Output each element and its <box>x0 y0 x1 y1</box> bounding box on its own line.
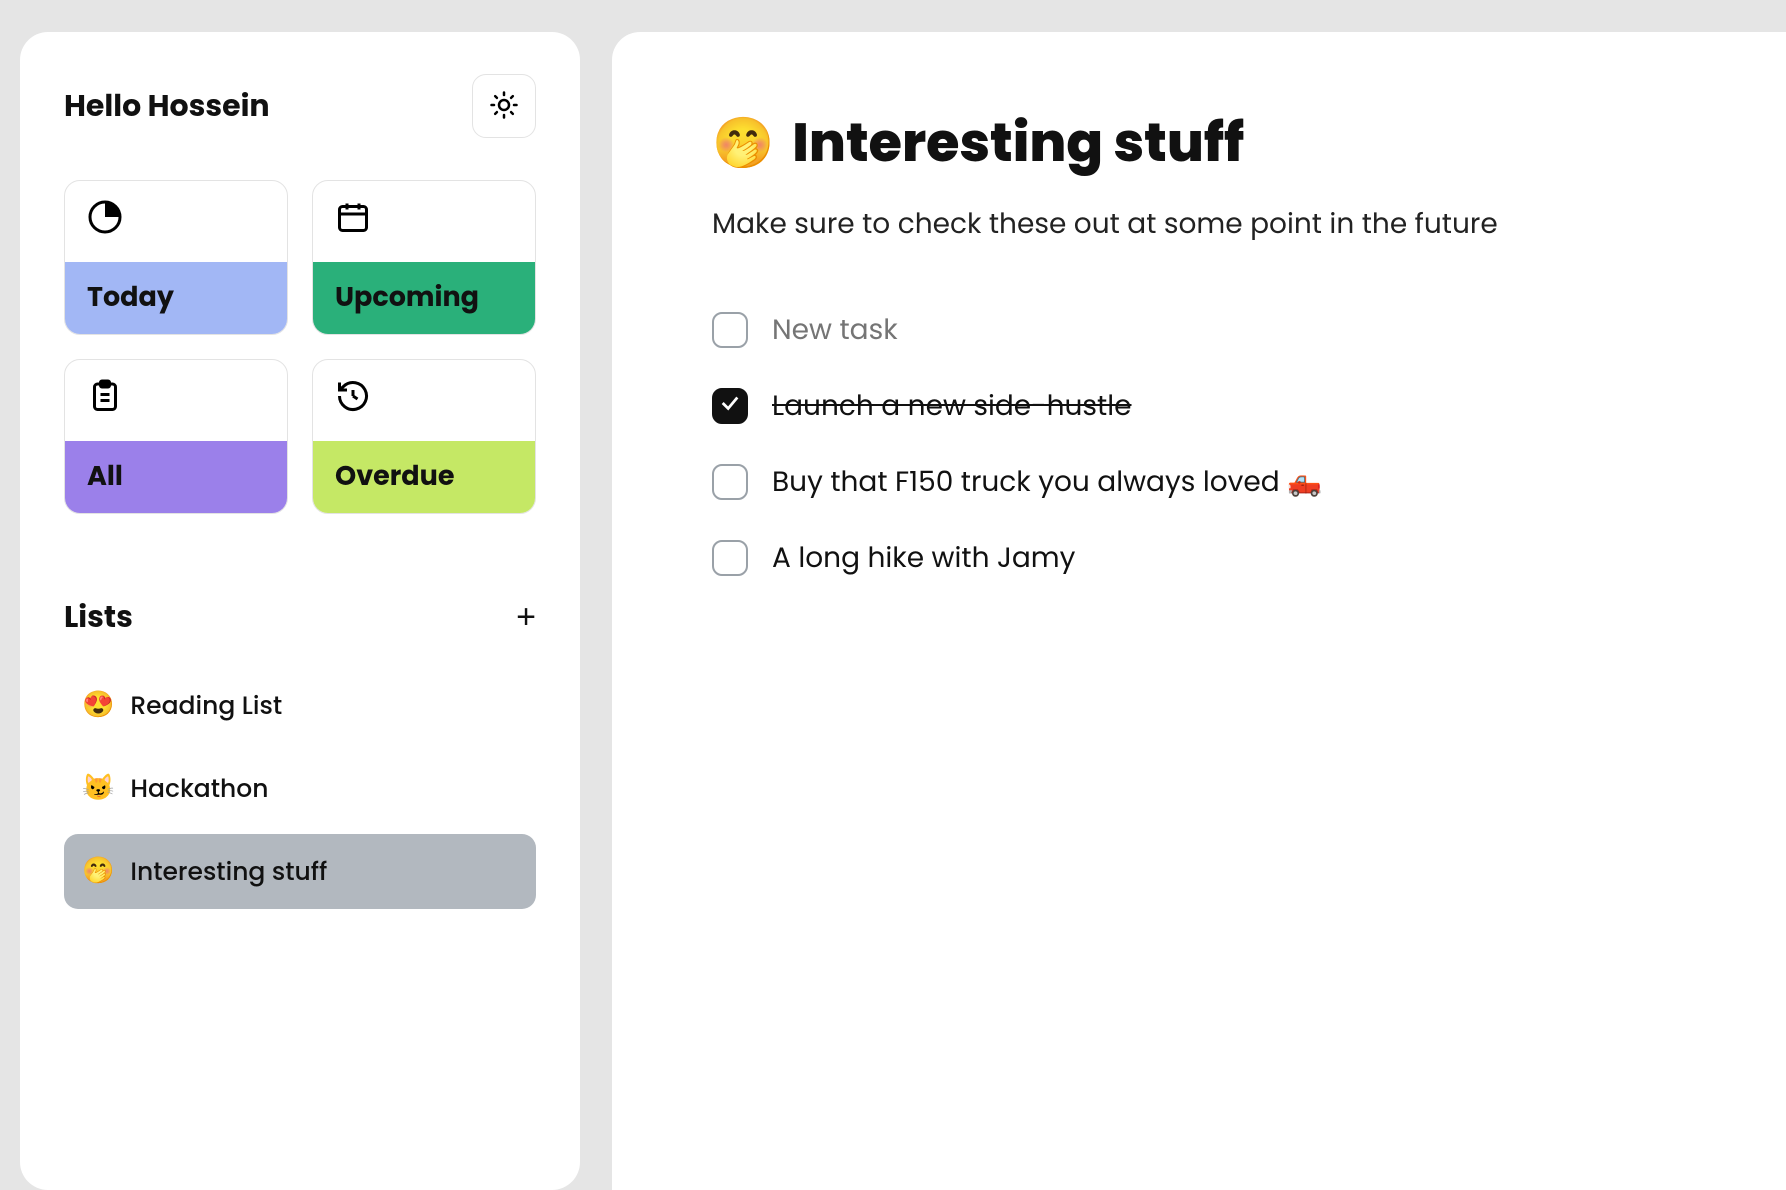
task-list: Launch a new side-hustle Buy that F150 t… <box>712 309 1686 579</box>
task-text[interactable]: Buy that F150 truck you always loved 🛻 <box>772 461 1322 503</box>
history-icon <box>313 378 535 441</box>
page-subtitle: Make sure to check these out at some poi… <box>712 203 1686 245</box>
clock-icon <box>65 199 287 262</box>
filter-upcoming-label: Upcoming <box>313 262 535 334</box>
page-title: Interesting stuff <box>792 102 1244 183</box>
filter-grid: Today Upcoming All Overdue <box>64 180 536 514</box>
lists-header: Lists + <box>64 594 536 640</box>
list-item-interesting-stuff[interactable]: 🤭 Interesting stuff <box>64 834 536 909</box>
plus-icon: + <box>516 598 536 636</box>
list-item-hackathon[interactable]: 😼 Hackathon <box>64 751 536 826</box>
filter-overdue-label: Overdue <box>313 441 535 513</box>
sun-icon <box>489 90 519 123</box>
filter-all[interactable]: All <box>64 359 288 514</box>
filter-all-label: All <box>65 441 287 513</box>
task-row: A long hike with Jamy <box>712 537 1686 579</box>
new-task-input[interactable] <box>772 309 1686 351</box>
list-emoji: 😼 <box>82 769 114 808</box>
filter-today-label: Today <box>65 262 287 334</box>
list-emoji: 😍 <box>82 686 114 725</box>
greeting-text: Hello Hossein <box>64 83 270 129</box>
filter-upcoming[interactable]: Upcoming <box>312 180 536 335</box>
task-checkbox[interactable] <box>712 388 748 424</box>
page-title-emoji: 🤭 <box>712 105 774 181</box>
task-checkbox[interactable] <box>712 540 748 576</box>
theme-toggle-button[interactable] <box>472 74 536 138</box>
task-row: Buy that F150 truck you always loved 🛻 <box>712 461 1686 503</box>
add-list-button[interactable]: + <box>516 600 536 634</box>
list-item-reading-list[interactable]: 😍 Reading List <box>64 668 536 743</box>
main-panel: 🤭 Interesting stuff Make sure to check t… <box>612 32 1786 1190</box>
check-icon <box>719 392 741 421</box>
lists-title: Lists <box>64 594 133 640</box>
new-task-row <box>712 309 1686 351</box>
filter-overdue[interactable]: Overdue <box>312 359 536 514</box>
list-item-label: Interesting stuff <box>130 853 327 891</box>
task-checkbox[interactable] <box>712 464 748 500</box>
clipboard-icon <box>65 378 287 441</box>
list-item-label: Hackathon <box>130 770 268 808</box>
sidebar-header: Hello Hossein <box>64 74 536 138</box>
list-item-label: Reading List <box>130 687 282 725</box>
calendar-icon <box>313 199 535 262</box>
sidebar: Hello Hossein Toda <box>20 32 580 1190</box>
task-text[interactable]: Launch a new side-hustle <box>772 385 1232 427</box>
new-task-checkbox[interactable] <box>712 312 748 348</box>
task-row: Launch a new side-hustle <box>712 385 1686 427</box>
page-title-row: 🤭 Interesting stuff <box>712 102 1686 183</box>
filter-today[interactable]: Today <box>64 180 288 335</box>
task-text[interactable]: A long hike with Jamy <box>772 537 1075 579</box>
lists-container: 😍 Reading List 😼 Hackathon 🤭 Interesting… <box>64 668 536 909</box>
list-emoji: 🤭 <box>82 852 114 891</box>
